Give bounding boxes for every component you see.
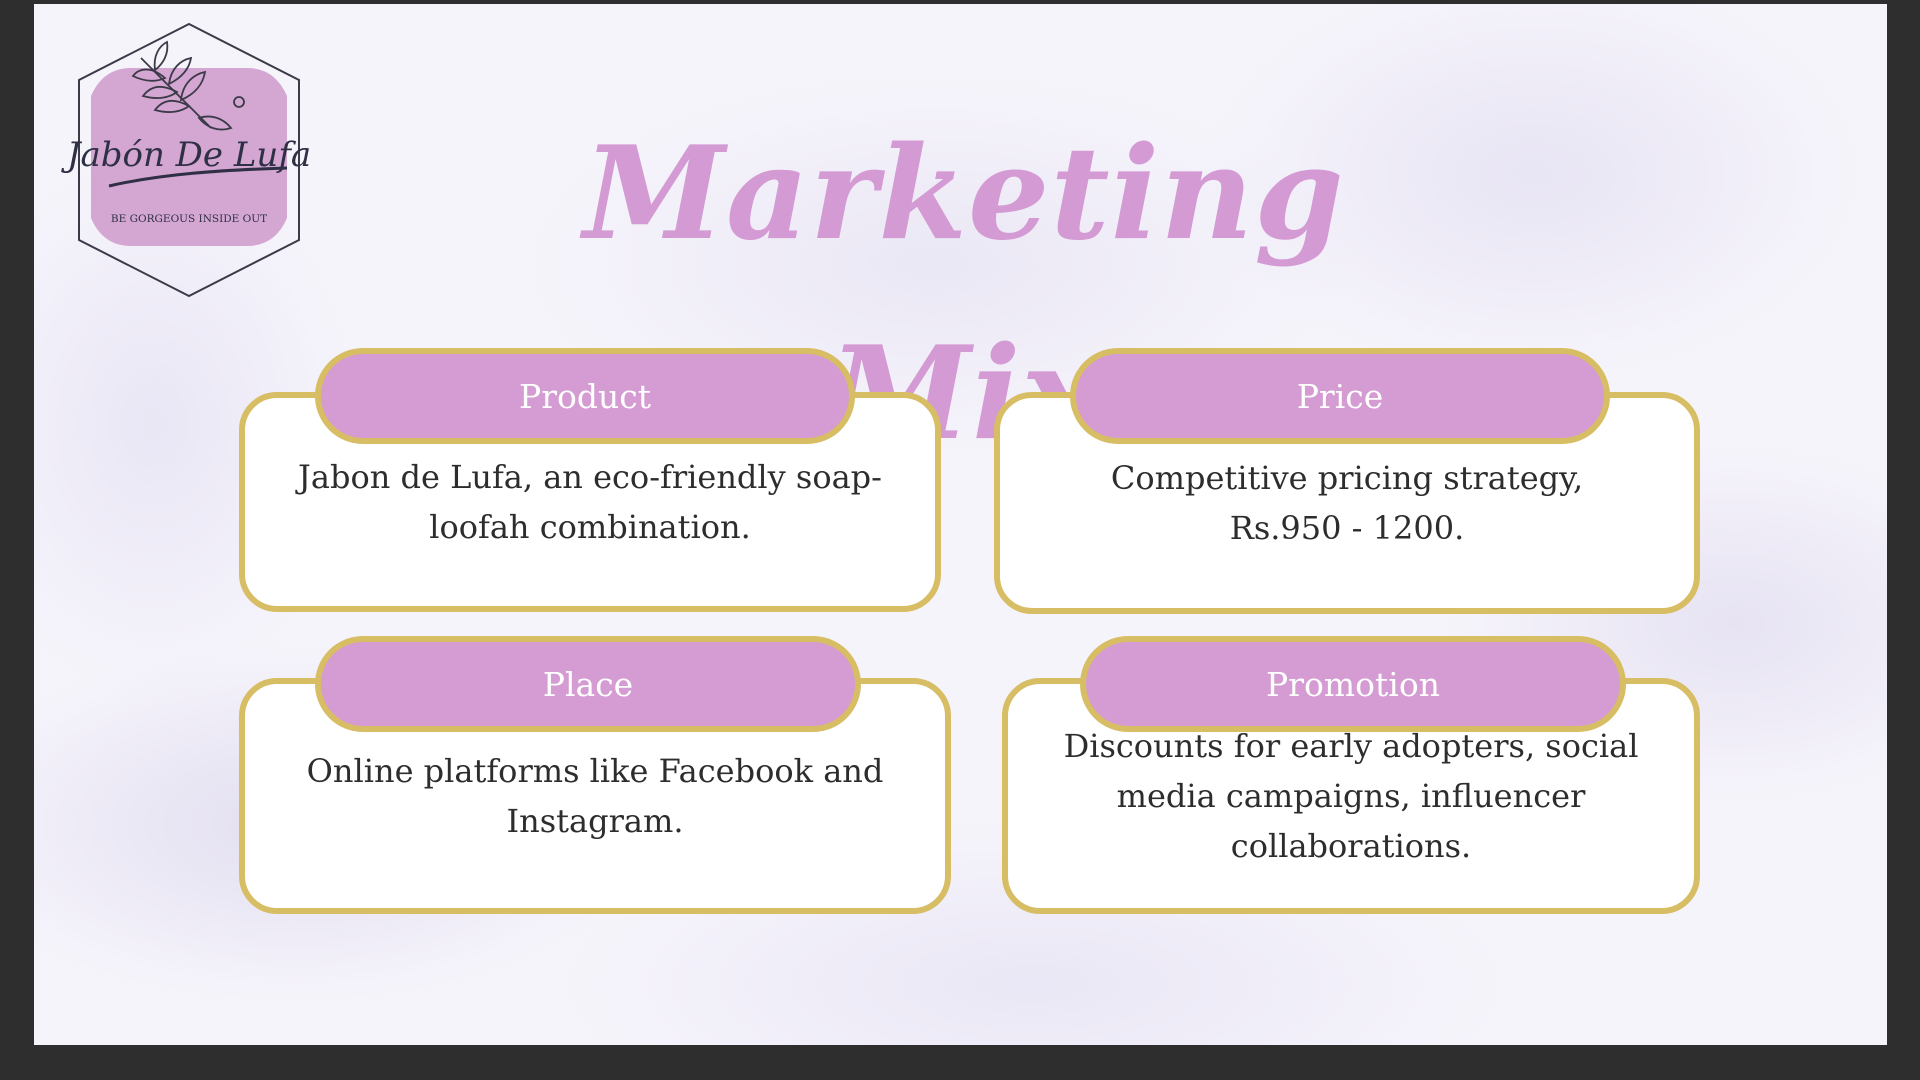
brand-logo: Jabón De Lufa BE GORGEOUS INSIDE OUT [61,22,311,298]
card-heading: Product [315,348,855,444]
card-place: Online platforms like Facebook and Insta… [239,636,951,914]
slide: Jabón De Lufa BE GORGEOUS INSIDE OUT Mar… [34,4,1887,1045]
card-heading: Place [315,636,861,732]
card-text: Discounts for early adopters, social med… [1063,727,1639,865]
card-product: Jabon de Lufa, an eco-friendly soap-loof… [239,348,941,612]
card-text: Jabon de Lufa, an eco-friendly soap-loof… [298,458,882,546]
card-text: Competitive pricing strategy, Rs.950 - 1… [1110,459,1584,547]
slide-title: Marketing Mix [583,119,1345,469]
logo-tagline: BE GORGEOUS INSIDE OUT [111,213,267,225]
card-heading: Promotion [1080,636,1626,732]
card-heading: Price [1070,348,1610,444]
card-text: Online platforms like Facebook and Insta… [306,752,884,840]
card-price: Competitive pricing strategy, Rs.950 - 1… [994,348,1700,614]
card-promotion: Discounts for early adopters, social med… [1002,636,1700,914]
